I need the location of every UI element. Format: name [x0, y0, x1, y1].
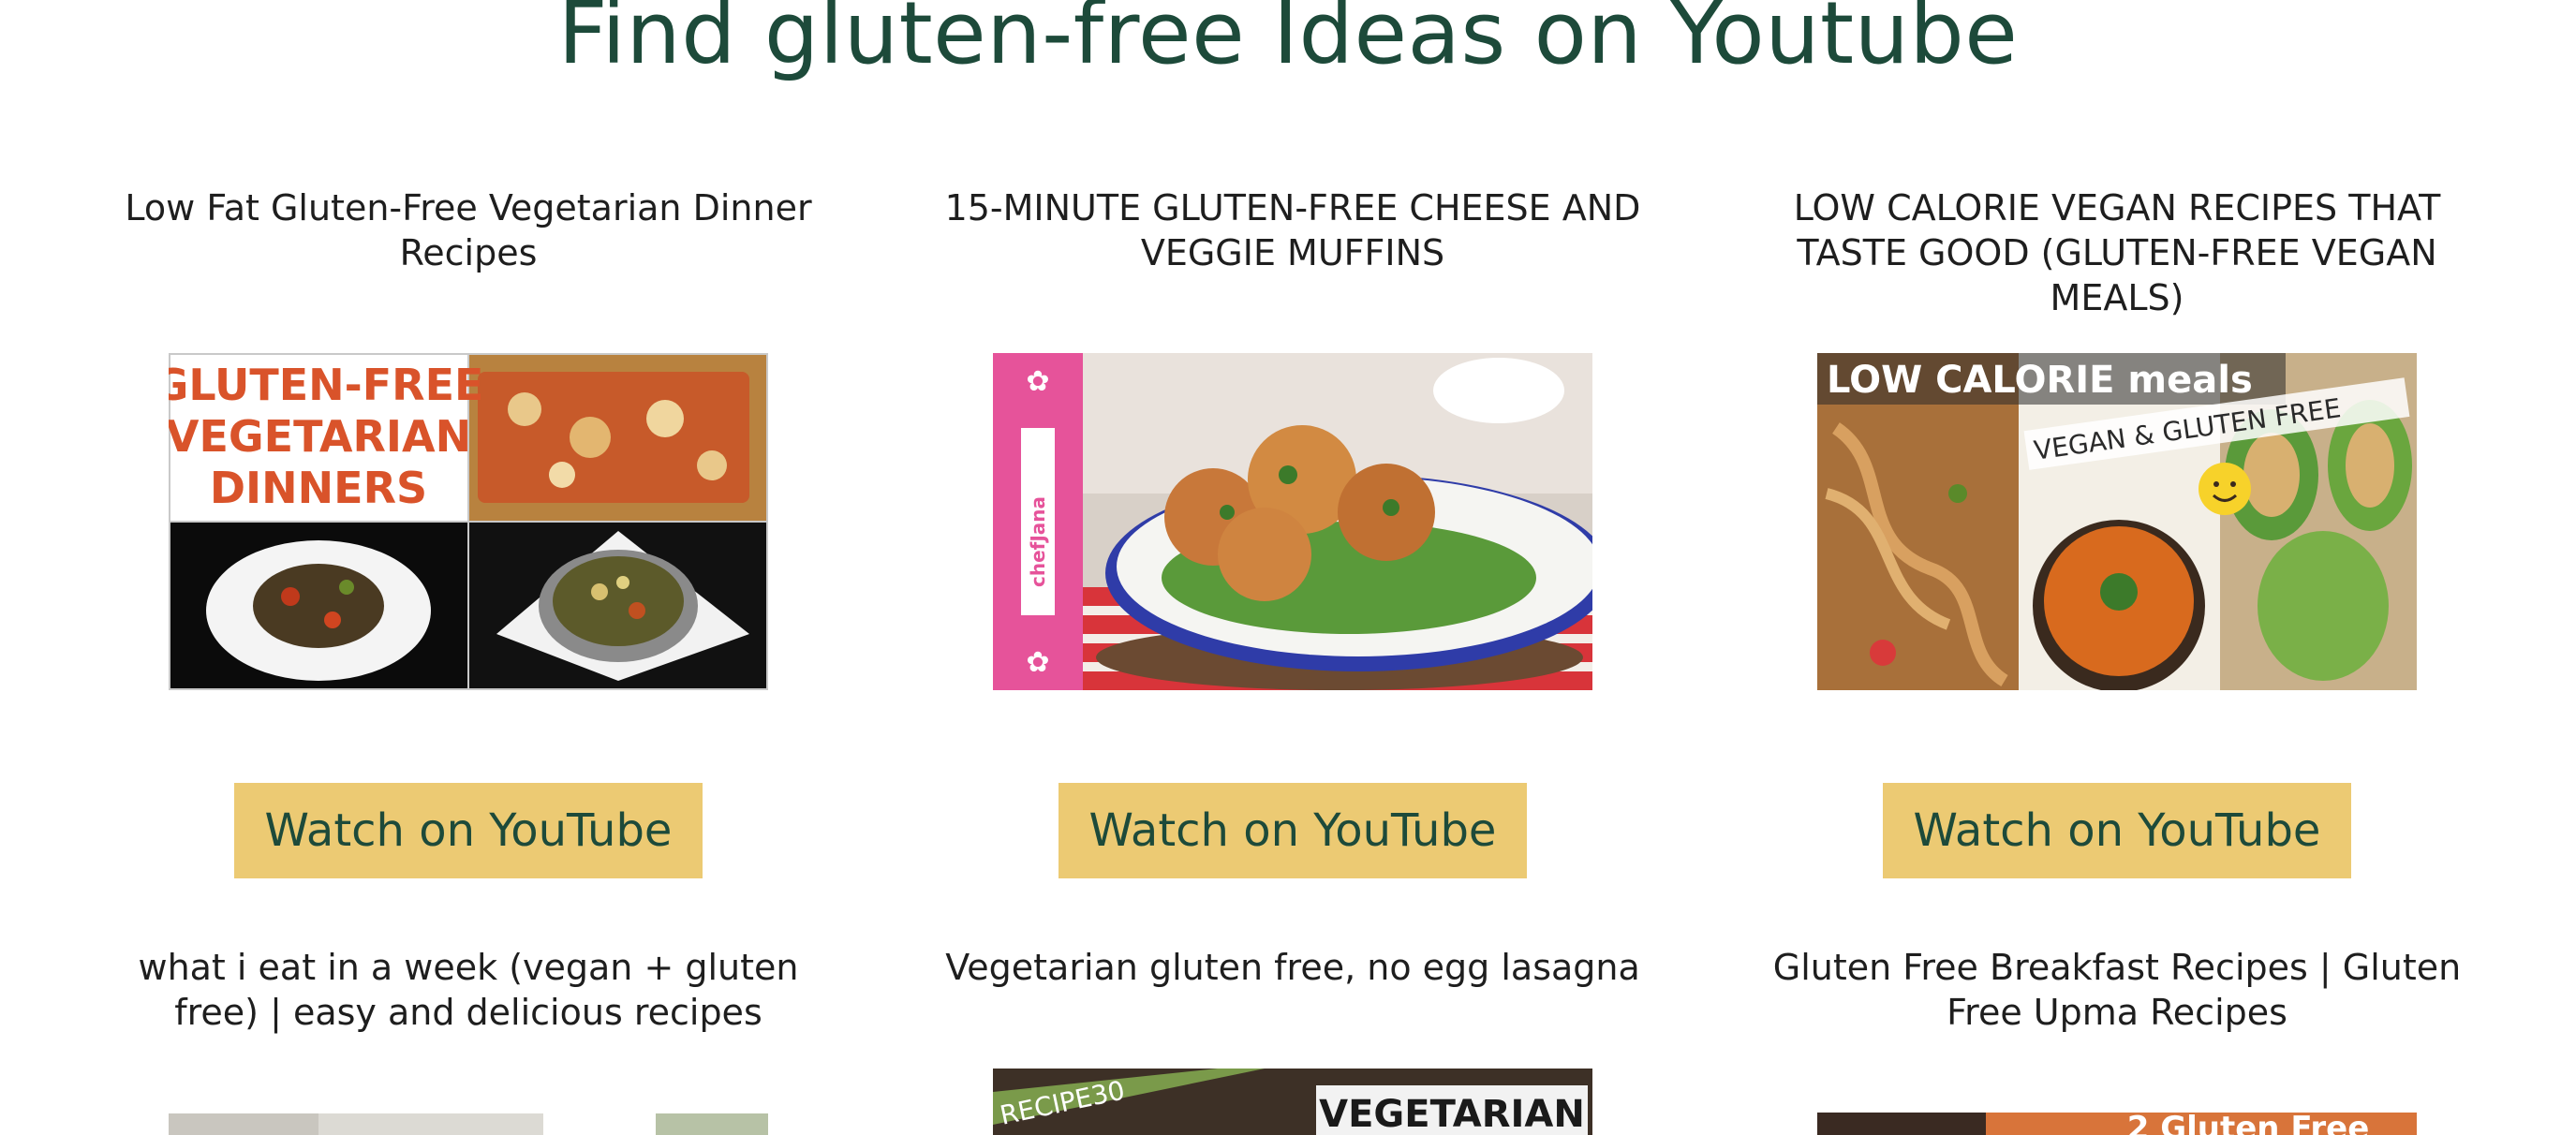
- thumbnail-text-1b: VEGETARIAN: [169, 411, 471, 462]
- thumbnail-text-1a: GLUTEN-FREE: [169, 360, 483, 410]
- watch-on-youtube-button-1[interactable]: Watch on YouTube: [234, 783, 703, 878]
- thumbnail-text-2: chefJana: [1027, 496, 1049, 587]
- video-thumbnail-1[interactable]: GLUTEN-FREE VEGETARIAN DINNERS: [169, 353, 768, 690]
- video-title-6[interactable]: Gluten Free Breakfast Recipes | Gluten F…: [1742, 945, 2492, 1035]
- thumbnail-text-6: 2 Gluten Free: [2127, 1113, 2370, 1135]
- video-title-5[interactable]: Vegetarian gluten free, no egg lasagna: [918, 945, 1667, 990]
- watch-on-youtube-button-3[interactable]: Watch on YouTube: [1883, 783, 2351, 878]
- video-thumbnail-4[interactable]: [169, 1113, 768, 1135]
- video-title-2[interactable]: 15-MINUTE GLUTEN-FREE CHEESE AND VEGGIE …: [918, 185, 1667, 275]
- thumbnail-text-3a: LOW CALORIE meals: [1827, 359, 2253, 402]
- svg-text:✿: ✿: [1026, 646, 1049, 679]
- page-title: Find gluten-free Ideas on Youtube: [557, 0, 2019, 83]
- thumbnail-text-5b: VEGETARIAN: [1319, 1093, 1585, 1135]
- video-thumbnail-2[interactable]: chefJana ✿ ✿: [993, 353, 1592, 690]
- video-title-1[interactable]: Low Fat Gluten-Free Vegetarian Dinner Re…: [94, 185, 843, 275]
- watch-on-youtube-button-2[interactable]: Watch on YouTube: [1059, 783, 1527, 878]
- video-title-3[interactable]: LOW CALORIE VEGAN RECIPES THAT TASTE GOO…: [1742, 185, 2492, 320]
- video-thumbnail-3[interactable]: LOW CALORIE meals VEGAN & GLUTEN FREE: [1817, 353, 2417, 690]
- svg-text:✿: ✿: [1026, 365, 1049, 398]
- thumbnail-text-1c: DINNERS: [210, 463, 427, 513]
- video-title-4[interactable]: what i eat in a week (vegan + gluten fre…: [94, 945, 843, 1035]
- video-thumbnail-6[interactable]: 2 Gluten Free: [1817, 1113, 2417, 1135]
- video-thumbnail-5[interactable]: RECIPE30 VEGETARIAN: [993, 1069, 1592, 1135]
